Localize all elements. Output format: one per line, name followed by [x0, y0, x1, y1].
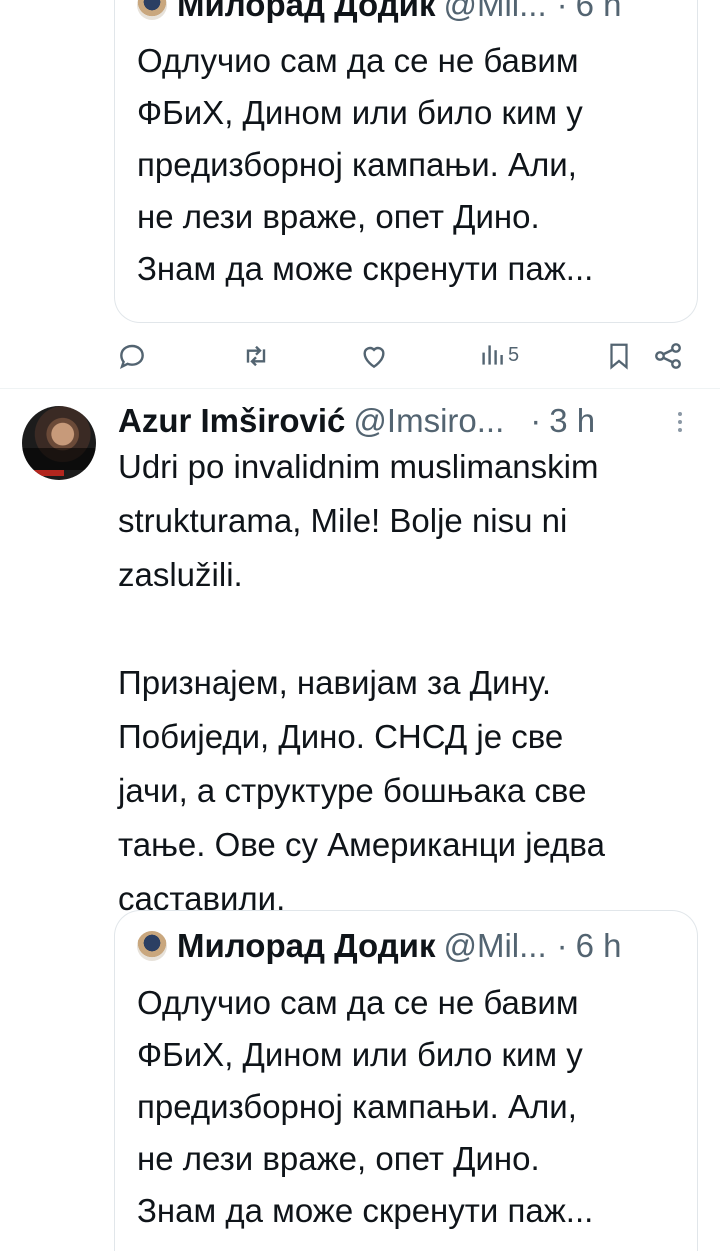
timestamp[interactable]: 3 h [549, 402, 595, 440]
text-line: не лези враже, опет Дино. [137, 198, 540, 235]
timestamp[interactable]: 6 h [576, 0, 622, 24]
text-line: не лези враже, опет Дино. [137, 1140, 540, 1177]
text-line: Знам да може скренути паж... [137, 250, 594, 287]
quoted-tweet-header: Милорад Додик @Mil... · 6 h [137, 927, 622, 965]
share-button[interactable] [652, 340, 684, 372]
text-line: Признајем, навијам за Дину. [118, 664, 552, 701]
tweet-text: Udri po invalidnim muslimanskim struktur… [118, 440, 708, 926]
avatar[interactable] [137, 0, 167, 20]
text-line: Udri po invalidnim muslimanskim [118, 448, 599, 485]
text-line: ФБиХ, Дином или било ким у [137, 94, 583, 131]
retweet-button[interactable] [240, 340, 272, 372]
text-line: ФБиХ, Дином или било ким у [137, 1036, 583, 1073]
separator-dot: · [556, 0, 568, 23]
views-icon [482, 345, 503, 365]
views-button[interactable]: 5 [480, 340, 519, 370]
reply-button[interactable] [116, 340, 148, 372]
timestamp[interactable]: 6 h [576, 927, 622, 965]
like-button[interactable] [358, 340, 390, 372]
quoted-tweet-card-top[interactable]: Милорад Додик @Mil... · 6 h Одлучио сам … [114, 0, 698, 323]
quoted-tweet-text: Одлучио сам да се не бавим ФБиХ, Дином и… [137, 977, 682, 1237]
separator-dot: · [530, 402, 542, 439]
text-line: zaslužili. [118, 556, 243, 593]
text-line: предизборној кампањи. Али, [137, 146, 577, 183]
text-line: Знам да може скренути паж... [137, 1192, 594, 1229]
like-icon [363, 346, 385, 369]
text-line: предизборној кампањи. Али, [137, 1088, 577, 1125]
quoted-tweet-card[interactable]: Милорад Додик @Mil... · 6 h Одлучио сам … [114, 910, 698, 1251]
author-name[interactable]: Милорад Додик [177, 927, 435, 965]
author-handle[interactable]: @Imsiro... [353, 402, 504, 440]
author-handle[interactable]: @Mil... [443, 927, 546, 965]
avatar[interactable] [22, 406, 96, 480]
text-line: Одлучио сам да се не бавим [137, 42, 579, 79]
author-handle[interactable]: @Mil... [443, 0, 546, 24]
share-icon [655, 343, 681, 369]
author-name[interactable]: Azur Imširović [118, 402, 345, 440]
quoted-tweet-header: Милорад Додик @Mil... · 6 h [137, 0, 622, 24]
separator-dot: · [556, 927, 568, 964]
retweet-icon [246, 345, 266, 367]
bookmark-icon [610, 343, 628, 370]
more-options-icon[interactable] [678, 412, 684, 434]
views-count: 5 [508, 343, 520, 366]
author-name[interactable]: Милорад Додик [177, 0, 435, 24]
tweet-divider [0, 388, 720, 389]
quoted-tweet-text: Одлучио сам да се не бавим ФБиХ, Дином и… [137, 35, 682, 295]
tweet-action-bar: 5 [0, 330, 720, 386]
reply-icon [119, 344, 144, 370]
text-line: Побиједи, Дино. СНСД је све [118, 718, 564, 755]
bookmark-button[interactable] [604, 340, 634, 372]
tweet-header: Azur Imširović @Imsiro... · 3 h [118, 398, 595, 444]
text-line: Одлучио сам да се не бавим [137, 984, 579, 1021]
avatar[interactable] [137, 931, 167, 961]
text-line: тање. Ове су Американци једва [118, 826, 605, 863]
text-line: strukturama, Mile! Bolje nisu ni [118, 502, 568, 539]
text-line: јачи, а структуре бошњака све [118, 772, 587, 809]
